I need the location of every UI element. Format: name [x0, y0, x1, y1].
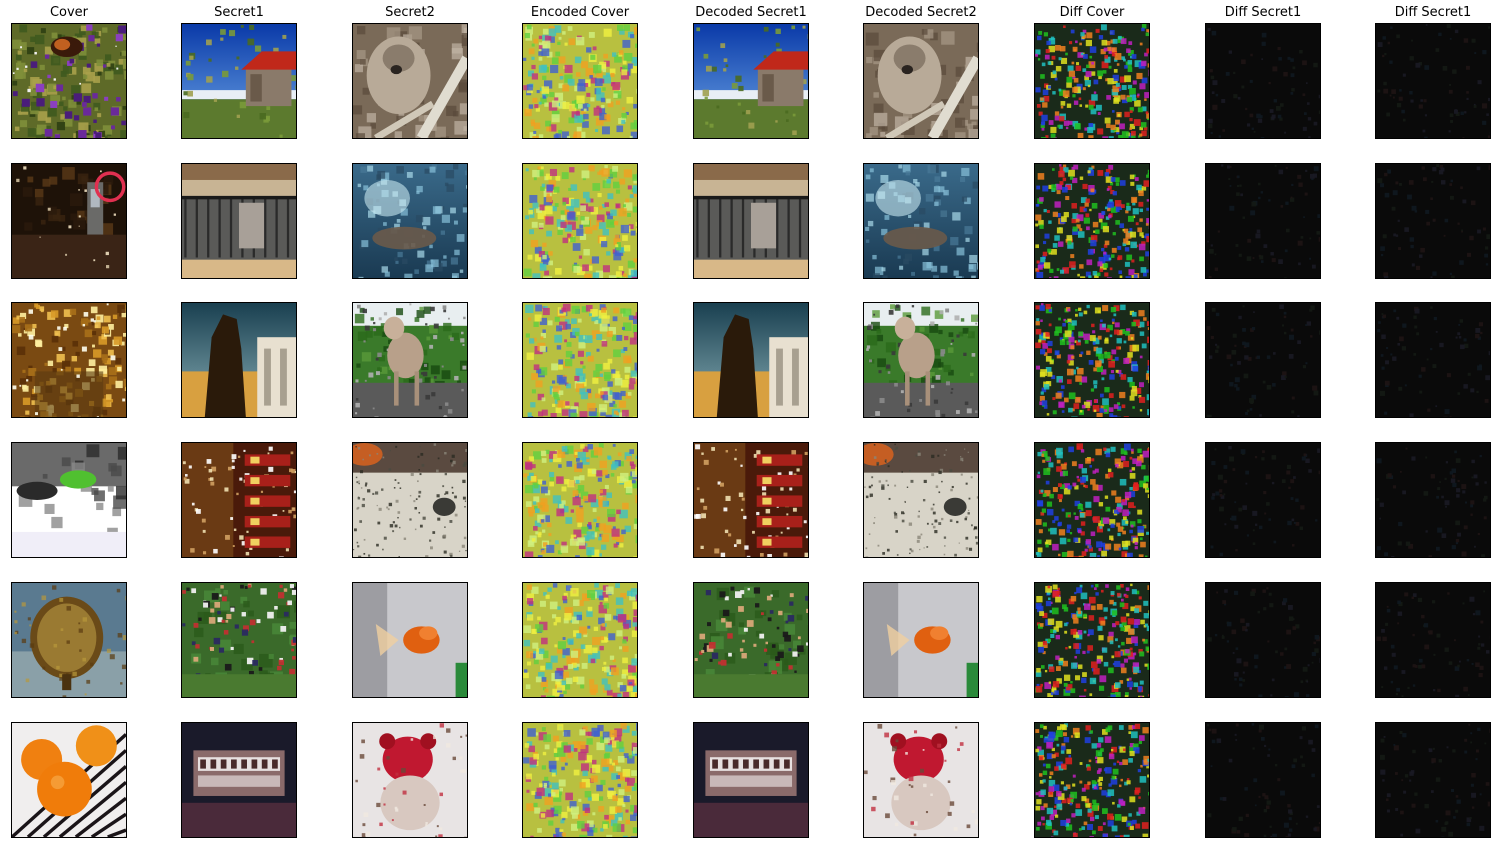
image-secret2-row-6	[352, 722, 468, 838]
image-secret1-row-1	[181, 23, 297, 139]
image-diff-cover-row-2	[1034, 163, 1150, 279]
image-diff-secret2-row-6	[1375, 722, 1491, 838]
image-encoded-cover-row-3	[522, 302, 638, 418]
image-secret1-row-5	[181, 582, 297, 698]
image-secret2-row-2	[352, 163, 468, 279]
image-cover-row-2	[11, 163, 127, 279]
image-decoded-secret2-row-4	[863, 442, 979, 558]
image-decoded-secret2-row-2	[863, 163, 979, 279]
column-title-diff-secret2: Diff Secret1	[1394, 5, 1472, 20]
image-diff-cover-row-5	[1034, 582, 1150, 698]
image-secret2-row-4	[352, 442, 468, 558]
figure: Cover Secret1 Secret2 Encoded Cover Decoded …	[0, 0, 1498, 849]
image-diff-secret1-row-2	[1205, 163, 1321, 279]
image-encoded-cover-row-4	[522, 442, 638, 558]
image-encoded-cover-row-6	[522, 722, 638, 838]
image-decoded-secret1-row-4	[693, 442, 809, 558]
image-diff-secret1-row-3	[1205, 302, 1321, 418]
image-cover-row-4	[11, 442, 127, 558]
image-decoded-secret1-row-6	[693, 722, 809, 838]
image-decoded-secret2-row-5	[863, 582, 979, 698]
image-secret1-row-3	[181, 302, 297, 418]
image-diff-secret1-row-1	[1205, 23, 1321, 139]
image-cover-row-1	[11, 23, 127, 139]
image-secret1-row-6	[181, 722, 297, 838]
image-secret2-row-1	[352, 23, 468, 139]
image-diff-secret2-row-4	[1375, 442, 1491, 558]
image-secret1-row-4	[181, 442, 297, 558]
image-decoded-secret1-row-3	[693, 302, 809, 418]
image-decoded-secret2-row-6	[863, 722, 979, 838]
image-encoded-cover-row-5	[522, 582, 638, 698]
image-cover-row-5	[11, 582, 127, 698]
image-encoded-cover-row-1	[522, 23, 638, 139]
image-diff-cover-row-6	[1034, 722, 1150, 838]
image-cover-row-6	[11, 722, 127, 838]
image-decoded-secret1-row-5	[693, 582, 809, 698]
column-title-encoded-cover: Encoded Cover	[530, 5, 630, 20]
image-diff-secret1-row-6	[1205, 722, 1321, 838]
image-secret2-row-3	[352, 302, 468, 418]
image-diff-secret2-row-5	[1375, 582, 1491, 698]
image-decoded-secret2-row-3	[863, 302, 979, 418]
image-decoded-secret1-row-1	[693, 23, 809, 139]
image-decoded-secret2-row-1	[863, 23, 979, 139]
image-secret2-row-5	[352, 582, 468, 698]
image-diff-secret1-row-4	[1205, 442, 1321, 558]
column-title-diff-cover: Diff Cover	[1059, 5, 1125, 20]
image-diff-secret2-row-1	[1375, 23, 1491, 139]
image-diff-cover-row-1	[1034, 23, 1150, 139]
image-diff-secret2-row-2	[1375, 163, 1491, 279]
image-diff-secret2-row-3	[1375, 302, 1491, 418]
image-encoded-cover-row-2	[522, 163, 638, 279]
image-decoded-secret1-row-2	[693, 163, 809, 279]
column-title-decoded-secret2: Decoded Secret2	[865, 5, 977, 20]
image-diff-cover-row-3	[1034, 302, 1150, 418]
image-cover-row-3	[11, 302, 127, 418]
image-diff-cover-row-4	[1034, 442, 1150, 558]
image-diff-secret1-row-5	[1205, 582, 1321, 698]
column-title-secret1: Secret1	[214, 5, 264, 20]
image-secret1-row-2	[181, 163, 297, 279]
